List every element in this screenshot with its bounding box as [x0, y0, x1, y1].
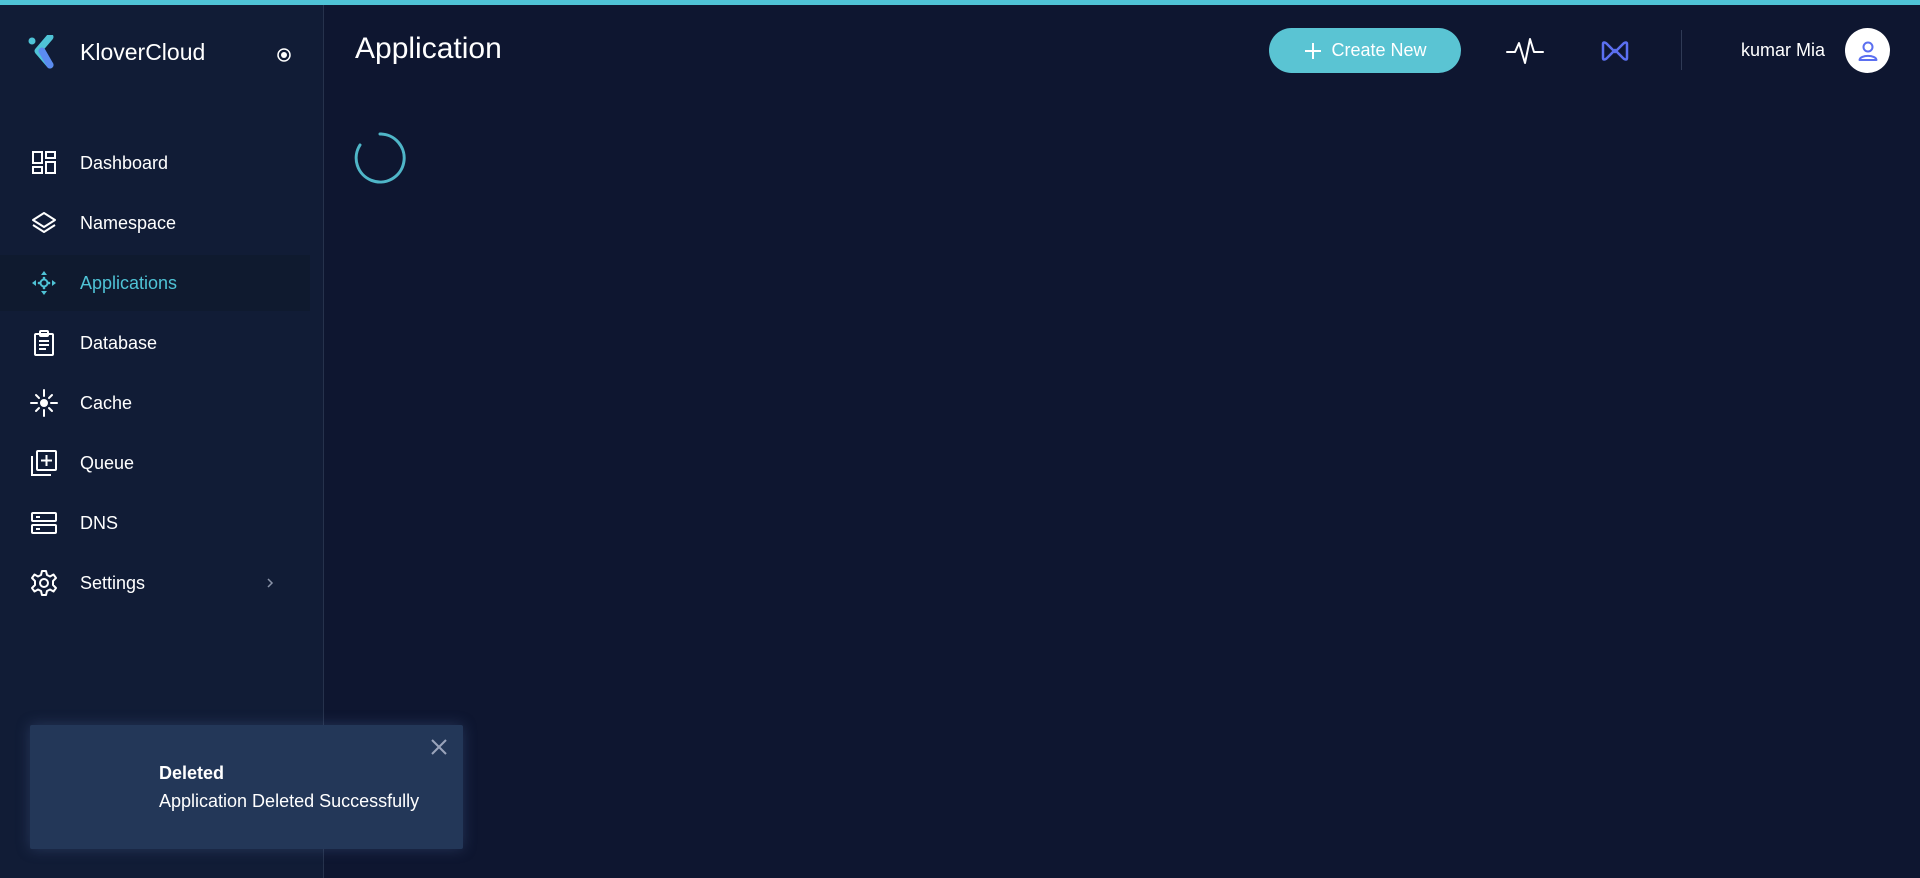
sidebar-collapse-toggle-icon[interactable]: [277, 48, 291, 62]
gear-icon: [30, 569, 58, 597]
layers-icon: [30, 209, 58, 237]
user-icon: [1858, 41, 1877, 61]
sidebar-item-label: Applications: [80, 272, 178, 293]
sidebar-item-dashboard[interactable]: Dashboard: [0, 135, 310, 191]
activity-pulse-icon[interactable]: [1505, 35, 1545, 67]
clipboard-icon: [30, 329, 58, 357]
avatar[interactable]: [1845, 28, 1890, 73]
sidebar-item-label: Settings: [80, 572, 146, 593]
header-divider: [1681, 30, 1682, 70]
sidebar-item-label: Dashboard: [80, 152, 169, 173]
sidebar-item-label: Queue: [80, 452, 135, 473]
sidebar-nav: Dashboard Namespace Applications Databas…: [0, 135, 324, 615]
toast-notification: Deleted Application Deleted Successfully: [30, 725, 463, 849]
page-title: Application: [355, 32, 502, 65]
toast-title: Deleted: [159, 763, 225, 783]
sidebar-item-namespace[interactable]: Namespace: [0, 195, 310, 251]
sidebar-item-label: Namespace: [80, 212, 177, 233]
infinity-icon[interactable]: [1600, 38, 1630, 64]
sidebar-item-label: Database: [80, 332, 158, 353]
sidebar-item-label: DNS: [80, 512, 119, 533]
chevron-right-icon: [267, 578, 274, 588]
queue-icon: [30, 449, 58, 477]
server-icon: [30, 509, 58, 537]
sidebar-item-label: Cache: [80, 392, 133, 413]
plus-icon: [1305, 42, 1322, 59]
klovercloud-logo-icon: [28, 35, 54, 69]
sidebar-item-dns[interactable]: DNS: [0, 495, 310, 551]
close-icon[interactable]: [429, 737, 449, 757]
sidebar-item-database[interactable]: Database: [0, 315, 310, 371]
sidebar-item-applications[interactable]: Applications: [0, 255, 310, 311]
applications-icon: [30, 269, 58, 297]
brand-name: KloverCloud: [80, 38, 206, 65]
loading-spinner-icon: [354, 132, 406, 184]
create-new-label: Create New: [1331, 40, 1427, 60]
sidebar-item-settings[interactable]: Settings: [0, 555, 310, 611]
sidebar-item-queue[interactable]: Queue: [0, 435, 310, 491]
create-new-button[interactable]: Create New: [1269, 28, 1461, 73]
sidebar-item-cache[interactable]: Cache: [0, 375, 310, 431]
brand[interactable]: KloverCloud: [28, 35, 205, 69]
user-name[interactable]: kumar Mia: [1741, 40, 1825, 61]
toast-message: Application Deleted Successfully: [159, 791, 420, 811]
sparkle-icon: [30, 389, 58, 417]
dashboard-icon: [30, 149, 58, 177]
